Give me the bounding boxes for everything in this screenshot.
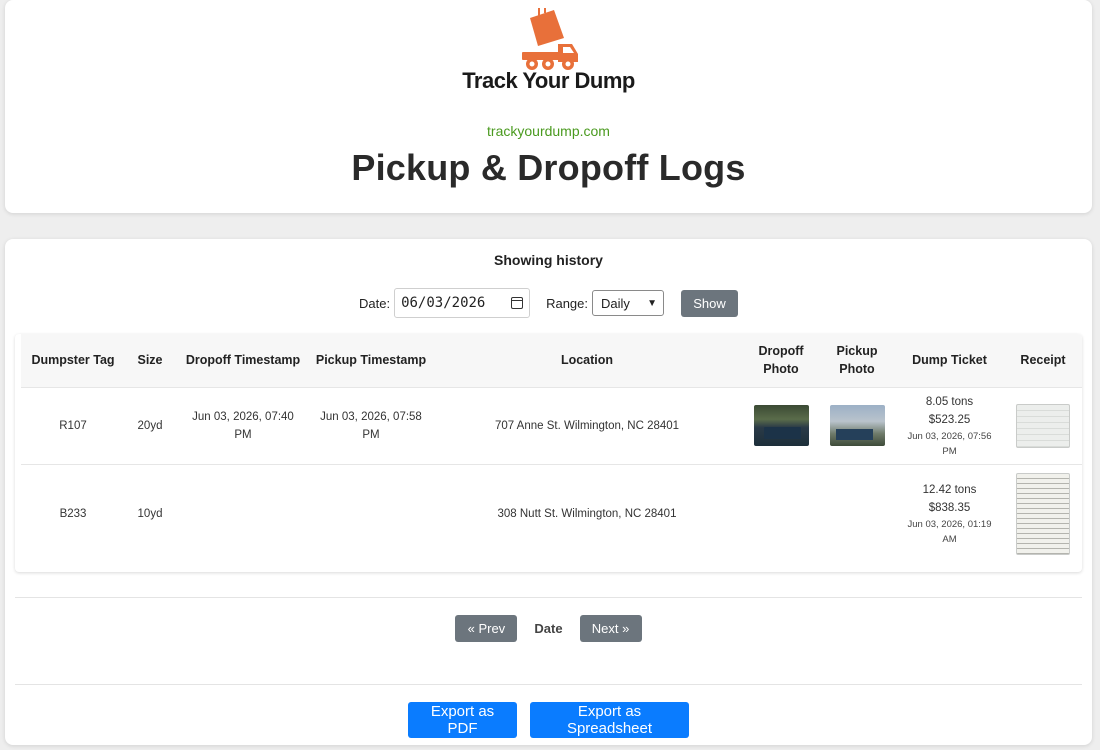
export-spreadsheet-button[interactable]: Export as Spreadsheet: [530, 702, 689, 738]
cell-size: 20yd: [125, 386, 175, 464]
pagination: « Prev Date Next »: [5, 615, 1092, 642]
receipt-thumbnail[interactable]: [1016, 403, 1070, 448]
table-row: R107 20yd Jun 03, 2026, 07:40 PM Jun 03, …: [21, 386, 1082, 464]
header-receipt[interactable]: Receipt: [1004, 334, 1082, 387]
header-location[interactable]: Location: [431, 334, 743, 387]
header-pickup-timestamp[interactable]: Pickup Timestamp: [311, 334, 431, 387]
cell-receipt: [1004, 463, 1082, 564]
logs-table: Dumpster Tag Size Dropoff Timestamp Pick…: [21, 334, 1082, 564]
cell-dumpster-tag: R107: [21, 386, 125, 464]
cell-pickup-timestamp: Jun 03, 2026, 07:58 PM: [311, 386, 431, 464]
table-row: B233 10yd 308 Nutt St. Wilmington, NC 28…: [21, 463, 1082, 564]
cell-dropoff-photo: [743, 386, 819, 464]
divider: [15, 684, 1082, 685]
divider: [15, 597, 1082, 598]
cell-receipt: [1004, 386, 1082, 464]
next-button[interactable]: Next »: [579, 615, 642, 642]
chevron-down-icon: ▼: [647, 297, 657, 309]
ticket-amount: $523.25: [928, 413, 971, 426]
calendar-icon[interactable]: [511, 297, 524, 309]
range-label: Range:: [546, 295, 588, 311]
header-card: Track Your Dump trackyourdump.com Pickup…: [5, 0, 1092, 213]
dropoff-photo-thumbnail[interactable]: [753, 405, 809, 446]
cell-dumpster-tag: B233: [21, 463, 125, 564]
show-button[interactable]: Show: [681, 289, 738, 317]
header-dump-ticket[interactable]: Dump Ticket: [895, 334, 1004, 387]
ticket-tons: 12.42 tons: [922, 484, 977, 497]
export-actions: Export as PDF Export as Spreadsheet: [5, 702, 1092, 738]
prev-button[interactable]: « Prev: [455, 615, 518, 642]
history-card: Showing history Date: 06/03/2026 Range: …: [5, 239, 1092, 745]
cell-dropoff-photo: [743, 463, 819, 564]
table-header-row: Dumpster Tag Size Dropoff Timestamp Pick…: [21, 334, 1082, 387]
header-dropoff-timestamp[interactable]: Dropoff Timestamp: [175, 334, 311, 387]
cell-location: 707 Anne St. Wilmington, NC 28401: [431, 386, 743, 464]
cell-size: 10yd: [125, 463, 175, 564]
date-label: Date:: [359, 295, 391, 311]
header-dumpster-tag[interactable]: Dumpster Tag: [21, 334, 125, 387]
ticket-amount: $838.35: [928, 502, 971, 515]
site-link[interactable]: trackyourdump.com: [5, 123, 1092, 139]
cell-dropoff-timestamp: Jun 03, 2026, 07:40 PM: [175, 386, 311, 464]
header-size[interactable]: Size: [125, 334, 175, 387]
header-dropoff-photo[interactable]: Dropoff Photo: [743, 334, 819, 387]
date-input[interactable]: 06/03/2026: [394, 288, 531, 318]
range-value: Daily: [601, 295, 630, 311]
cell-pickup-timestamp: [311, 463, 431, 564]
header-pickup-photo[interactable]: Pickup Photo: [819, 334, 895, 387]
cell-location: 308 Nutt St. Wilmington, NC 28401: [431, 463, 743, 564]
ticket-time: Jun 03, 2026, 01:19 AM: [907, 519, 992, 546]
ticket-tons: 8.05 tons: [925, 395, 974, 408]
export-pdf-button[interactable]: Export as PDF: [408, 702, 517, 738]
cell-dump-ticket: 12.42 tons $838.35 Jun 03, 2026, 01:19 AM: [895, 463, 1004, 564]
pager-mode-label: Date: [534, 621, 563, 636]
receipt-thumbnail[interactable]: [1016, 473, 1070, 556]
page-title: Pickup & Dropoff Logs: [351, 147, 746, 188]
history-heading: Showing history: [494, 252, 603, 268]
brand-name: Track Your Dump: [462, 68, 635, 93]
logs-table-container: Dumpster Tag Size Dropoff Timestamp Pick…: [15, 334, 1082, 572]
cell-dropoff-timestamp: [175, 463, 311, 564]
pickup-photo-thumbnail[interactable]: [829, 405, 885, 446]
cell-dump-ticket: 8.05 tons $523.25 Jun 03, 2026, 07:56 PM: [895, 386, 1004, 464]
cell-pickup-photo: [819, 463, 895, 564]
filter-bar: Date: 06/03/2026 Range: Daily ▼ Show: [5, 288, 1092, 318]
cell-pickup-photo: [819, 386, 895, 464]
ticket-time: Jun 03, 2026, 07:56 PM: [907, 430, 992, 457]
range-select[interactable]: Daily ▼: [592, 290, 664, 316]
date-value: 06/03/2026: [401, 295, 486, 311]
